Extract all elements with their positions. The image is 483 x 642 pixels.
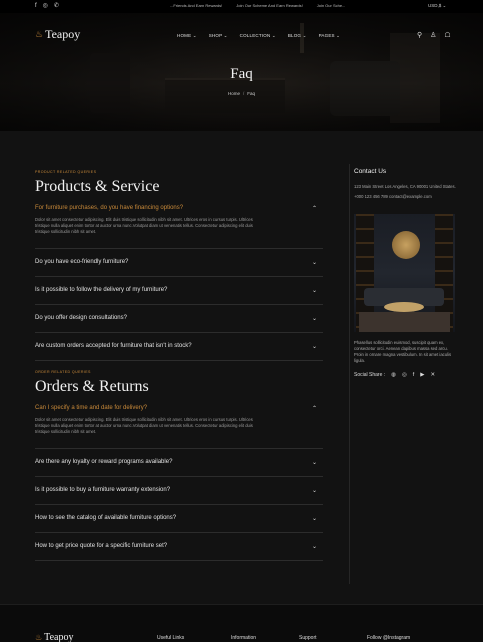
breadcrumb-separator: / <box>242 91 245 96</box>
round-mirror-shape <box>392 231 420 259</box>
chevron-down-icon[interactable]: ⌄ <box>312 543 317 550</box>
contact-details[interactable]: +000 123 456 789 contact@example.com <box>354 194 456 199</box>
faq-answer: Dolor sit amet consectetur adipiscing. E… <box>35 217 253 234</box>
ticker-item: ...Friends And Earn Rewards! <box>170 3 223 8</box>
nav-shop[interactable]: SHOP ⌄ <box>209 33 228 39</box>
chevron-down-icon[interactable]: ⌄ <box>312 487 317 494</box>
coffee-table-shape <box>384 302 424 312</box>
search-icon[interactable]: ⚲ <box>417 31 422 39</box>
faq-question[interactable]: Is it possible to follow the delivery of… <box>35 287 323 293</box>
faq-question[interactable]: Do you offer design consultations? <box>35 315 323 321</box>
section-eyebrow: ORDER RELATED QUERIES <box>35 370 91 374</box>
pinterest-icon[interactable]: ◍ <box>391 372 396 378</box>
faq-item[interactable]: Do you have eco-friendly furniture? ⌄ <box>35 249 323 277</box>
contact-sidebar: Contact Us 123 Main Street Los Angeles, … <box>349 164 456 584</box>
nav-collection[interactable]: COLLECTION ⌄ <box>240 33 276 39</box>
faq-question[interactable]: Do you have eco-friendly furniture? <box>35 259 323 265</box>
breadcrumb: Home / Faq <box>0 91 483 96</box>
share-label: Social Share : <box>354 372 386 378</box>
faq-item[interactable]: Are custom orders accepted for furniture… <box>35 333 323 361</box>
brand-name: Teapoy <box>45 27 81 41</box>
faq-question[interactable]: How to see the catalog of available furn… <box>35 515 323 521</box>
user-icon[interactable]: ♙ <box>430 31 436 39</box>
sidebar-description: Phasellus sollicitudin euismod, suscipit… <box>354 340 452 363</box>
teapot-logo-icon: ♨ <box>35 29 44 39</box>
brand-name: Teapoy <box>44 632 74 642</box>
section-title: Orders & Returns <box>35 378 149 395</box>
faq-question[interactable]: Can I specify a time and date for delive… <box>35 405 323 411</box>
address-text: 123 Main Street Los Angeles, CA 90001 Un… <box>354 184 456 189</box>
sidebar-title: Contact Us <box>354 168 387 175</box>
facebook-icon[interactable]: f <box>35 2 37 11</box>
whatsapp-icon[interactable]: ✆ <box>54 2 59 11</box>
site-logo[interactable]: ♨ Teapoy <box>35 27 80 42</box>
rug-shape <box>359 312 450 332</box>
top-bar: f ◎ ✆ ...Friends And Earn Rewards! Join … <box>0 0 483 13</box>
x-icon[interactable]: ✕ <box>431 372 436 378</box>
section-title: Products & Service <box>35 178 160 195</box>
footer-col-title: Useful Links <box>157 635 185 641</box>
breadcrumb-home[interactable]: Home <box>228 91 240 96</box>
chevron-down-icon[interactable]: ⌄ <box>312 515 317 522</box>
chevron-up-icon[interactable]: ⌃ <box>312 405 317 412</box>
chevron-down-icon[interactable]: ⌄ <box>312 315 317 322</box>
header-icons: ⚲ ♙ ☖ <box>417 31 451 39</box>
chevron-down-icon[interactable]: ⌄ <box>312 287 317 294</box>
faq-question[interactable]: Are custom orders accepted for furniture… <box>35 343 323 349</box>
faq-item[interactable]: Are there any loyalty or reward programs… <box>35 449 323 477</box>
ticker-item: Join Our Scheme And Earn Rewards! <box>236 3 303 8</box>
faq-item[interactable]: Can I specify a time and date for delive… <box>35 405 323 449</box>
chevron-up-icon[interactable]: ⌃ <box>312 205 317 212</box>
faq-item[interactable]: How to see the catalog of available furn… <box>35 505 323 533</box>
interior-image <box>354 214 455 332</box>
section-eyebrow: PRODUCT RELATED QUERIES <box>35 170 97 174</box>
nav-home[interactable]: HOME ⌄ <box>177 33 197 39</box>
faq-item[interactable]: Is it possible to follow the delivery of… <box>35 277 323 305</box>
breadcrumb-current: Faq <box>247 91 256 96</box>
cart-icon[interactable]: ☖ <box>444 31 450 39</box>
top-social: f ◎ ✆ <box>35 2 59 11</box>
faq-question[interactable]: For furniture purchases, do you have fin… <box>35 205 323 211</box>
main-nav: HOME ⌄ SHOP ⌄ COLLECTION ⌄ BLOG ⌄ PAGES … <box>177 33 340 39</box>
currency-selector[interactable]: USD,$ ⌄ <box>428 3 446 9</box>
faq-answer: Dolor sit amet consectetur adipiscing. E… <box>35 417 253 434</box>
faq-column: PRODUCT RELATED QUERIES Products & Servi… <box>35 170 323 561</box>
teapot-logo-icon: ♨ <box>35 633 43 642</box>
chevron-down-icon[interactable]: ⌄ <box>312 259 317 266</box>
facebook-icon[interactable]: f <box>413 372 415 378</box>
chevron-down-icon[interactable]: ⌄ <box>312 343 317 350</box>
footer-col-title: Follow @Instagram <box>367 635 411 641</box>
faq-item[interactable]: For furniture purchases, do you have fin… <box>35 205 323 249</box>
instagram-icon[interactable]: ◎ <box>43 2 48 11</box>
faq-question[interactable]: How to get price quote for a specific fu… <box>35 543 323 549</box>
faq-item[interactable]: How to get price quote for a specific fu… <box>35 533 323 561</box>
announcement-ticker: ...Friends And Earn Rewards! Join Our Sc… <box>170 3 345 8</box>
faq-question[interactable]: Is it possible to buy a furniture warran… <box>35 487 323 493</box>
faq-item[interactable]: Do you offer design consultations? ⌄ <box>35 305 323 333</box>
footer-col-title: Support <box>299 635 317 641</box>
social-share: Social Share : ◍ ◎ f ▶ ✕ <box>354 372 435 378</box>
instagram-icon[interactable]: ◎ <box>402 372 407 378</box>
footer-logo[interactable]: ♨ Teapoy <box>35 632 73 642</box>
faq-item[interactable]: Is it possible to buy a furniture warran… <box>35 477 323 505</box>
chevron-down-icon[interactable]: ⌄ <box>312 459 317 466</box>
nav-pages[interactable]: PAGES ⌄ <box>319 33 341 39</box>
page-title: Faq <box>230 66 253 82</box>
youtube-icon[interactable]: ▶ <box>420 372 424 378</box>
footer-col-title: Information <box>231 635 257 641</box>
faq-question[interactable]: Are there any loyalty or reward programs… <box>35 459 323 465</box>
nav-blog[interactable]: BLOG ⌄ <box>288 33 307 39</box>
ticker-item: Join Our Sche... <box>316 3 346 8</box>
footer: ♨ Teapoy Useful Links Information Suppor… <box>0 604 483 642</box>
